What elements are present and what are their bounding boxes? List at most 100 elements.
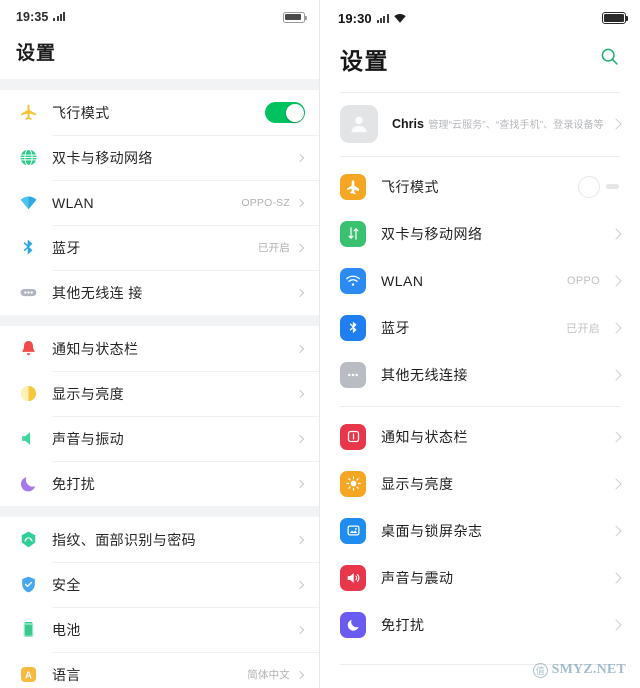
speaker-icon xyxy=(340,564,366,591)
chevron-right-icon xyxy=(295,580,305,589)
page-header-right: 设置 xyxy=(320,36,640,92)
group-separator xyxy=(0,315,319,326)
group-separator xyxy=(0,506,319,517)
chevron-right-icon xyxy=(610,274,622,287)
signal-bars-icon xyxy=(376,13,389,23)
shield-check-icon xyxy=(16,575,40,594)
chevron-right-icon xyxy=(610,368,622,381)
list-item-label: 其他无线连 接 xyxy=(52,284,143,301)
globe-icon xyxy=(16,148,40,167)
chevron-right-icon xyxy=(295,434,305,443)
list-item[interactable]: WLAN OPPO xyxy=(320,257,640,304)
list-item[interactable]: 蓝牙 已开启 xyxy=(0,225,319,270)
list-item-label: WLAN xyxy=(52,194,95,211)
wifi-icon xyxy=(340,267,366,294)
more-dots-icon xyxy=(340,361,366,388)
bluetooth-icon xyxy=(16,238,40,257)
chevron-right-icon xyxy=(295,389,305,398)
airplane-icon xyxy=(16,103,40,122)
status-left-cluster: 19:30 xyxy=(338,11,406,26)
list-item[interactable]: 通知与状态栏 xyxy=(320,413,640,460)
language-a-icon: A xyxy=(16,665,40,684)
battery-icon xyxy=(602,12,629,24)
brightness-icon xyxy=(16,384,40,403)
list-item[interactable]: 双卡与移动网络 xyxy=(320,210,640,257)
list-item-value: 简体中文 xyxy=(247,669,290,681)
phone-screen-left: 19:35 设置 飞行模式 双卡与移动网络 WLAN OPPO-SZ 蓝牙 已开… xyxy=(0,0,320,688)
signal-bars-icon xyxy=(53,12,66,21)
list-item[interactable]: 电池 xyxy=(0,607,319,652)
list-item[interactable]: 指纹、面部识别与密码 xyxy=(0,517,319,562)
list-item[interactable]: 飞行模式 xyxy=(0,90,319,135)
list-item-value: OPPO xyxy=(567,274,600,287)
list-item-value: OPPO-SZ xyxy=(241,196,290,209)
list-item[interactable]: 通知与状态栏 xyxy=(0,326,319,371)
chevron-right-icon xyxy=(295,243,305,252)
list-item[interactable]: 显示与亮度 xyxy=(320,460,640,507)
list-item-label: 飞行模式 xyxy=(381,178,439,195)
list-item[interactable]: 蓝牙 已开启 xyxy=(320,304,640,351)
account-text: Chris 管理“云服务”、“查找手机”、登录设备等 xyxy=(392,115,612,133)
battery-green-icon xyxy=(16,620,40,639)
list-item-label: 语言 xyxy=(52,666,81,683)
phone-screen-right: 19:30 设置 Chris 管理“云服务”、“查找手机”、登录设备等 飞行模式… xyxy=(320,0,640,688)
list-item[interactable]: 显示与亮度 xyxy=(0,371,319,416)
brightness-icon xyxy=(340,470,366,497)
list-item-label: 双卡与移动网络 xyxy=(381,225,483,242)
list-item[interactable]: 其他无线连接 xyxy=(320,351,640,398)
bluetooth-icon xyxy=(340,314,366,341)
moon-icon xyxy=(16,474,40,493)
list-item-label: 蓝牙 xyxy=(52,239,81,256)
chevron-right-icon xyxy=(610,571,622,584)
list-item-label: 通知与状态栏 xyxy=(52,340,139,357)
list-item[interactable]: 免打扰 xyxy=(0,461,319,506)
chevron-right-icon xyxy=(610,430,622,443)
wifi-icon xyxy=(393,13,406,23)
list-item-value: 已开启 xyxy=(566,322,600,335)
list-item[interactable]: WLAN OPPO-SZ xyxy=(0,180,319,225)
status-left-cluster: 19:35 xyxy=(16,10,66,24)
list-item-label: 声音与振动 xyxy=(52,430,124,447)
list-item-label: 桌面与锁屏杂志 xyxy=(381,522,483,539)
list-item[interactable]: 双卡与移动网络 xyxy=(0,135,319,180)
search-icon[interactable] xyxy=(599,46,620,72)
chevron-right-icon xyxy=(610,618,622,631)
list-item[interactable]: 安全 xyxy=(0,562,319,607)
chevron-right-icon xyxy=(295,344,305,353)
speaker-icon xyxy=(16,429,40,448)
airplane-mode-toggle[interactable] xyxy=(265,102,305,123)
group-separator xyxy=(0,79,319,90)
list-item-label: 双卡与移动网络 xyxy=(52,149,153,166)
account-name: Chris xyxy=(392,117,424,131)
status-time: 19:35 xyxy=(16,10,49,24)
svg-text:A: A xyxy=(24,671,31,682)
list-item[interactable]: 其他无线连 接 xyxy=(0,270,319,315)
list-item[interactable]: A 语言 简体中文 xyxy=(0,652,319,688)
screenshot-root: 19:35 设置 飞行模式 双卡与移动网络 WLAN OPPO-SZ 蓝牙 已开… xyxy=(0,0,640,688)
battery-icon xyxy=(283,11,307,23)
account-subtitle: 管理“云服务”、“查找手机”、登录设备等 xyxy=(428,120,604,131)
list-item-label: 电池 xyxy=(52,621,81,638)
list-item[interactable]: 桌面与锁屏杂志 xyxy=(320,507,640,554)
chevron-right-icon xyxy=(295,288,305,297)
list-item[interactable]: 声音与震动 xyxy=(320,554,640,601)
account-item[interactable]: Chris 管理“云服务”、“查找手机”、登录设备等 xyxy=(320,93,640,156)
list-item[interactable]: 飞行模式 xyxy=(320,163,640,210)
chevron-right-icon xyxy=(610,227,622,240)
list-item[interactable]: 声音与振动 xyxy=(0,416,319,461)
chevron-right-icon xyxy=(610,118,622,130)
settings-group-display: 通知与状态栏 显示与亮度 声音与振动 免打扰 xyxy=(0,326,319,506)
airplane-icon xyxy=(340,173,366,200)
settings-group-network: 飞行模式 双卡与移动网络 WLAN OPPO-SZ 蓝牙 已开启 其他无线连 接 xyxy=(0,90,319,315)
fingerprint-icon xyxy=(16,530,40,549)
chevron-right-icon xyxy=(610,321,622,334)
list-item[interactable]: 免打扰 xyxy=(320,601,640,648)
list-item-label: 安全 xyxy=(52,576,81,593)
list-item-label: 显示与亮度 xyxy=(381,475,454,492)
airplane-mode-toggle[interactable] xyxy=(578,175,620,198)
settings-group-display: 通知与状态栏 显示与亮度 桌面与锁屏杂志 声音与震动 免打扰 xyxy=(320,407,640,650)
list-item-label: 免打扰 xyxy=(381,616,425,633)
settings-group-security: 指纹、面部识别与密码 安全 电池 A 语言 简体中文 xyxy=(0,517,319,688)
page-title-text: 设置 xyxy=(340,48,389,74)
status-bar-right: 19:30 xyxy=(320,0,640,36)
